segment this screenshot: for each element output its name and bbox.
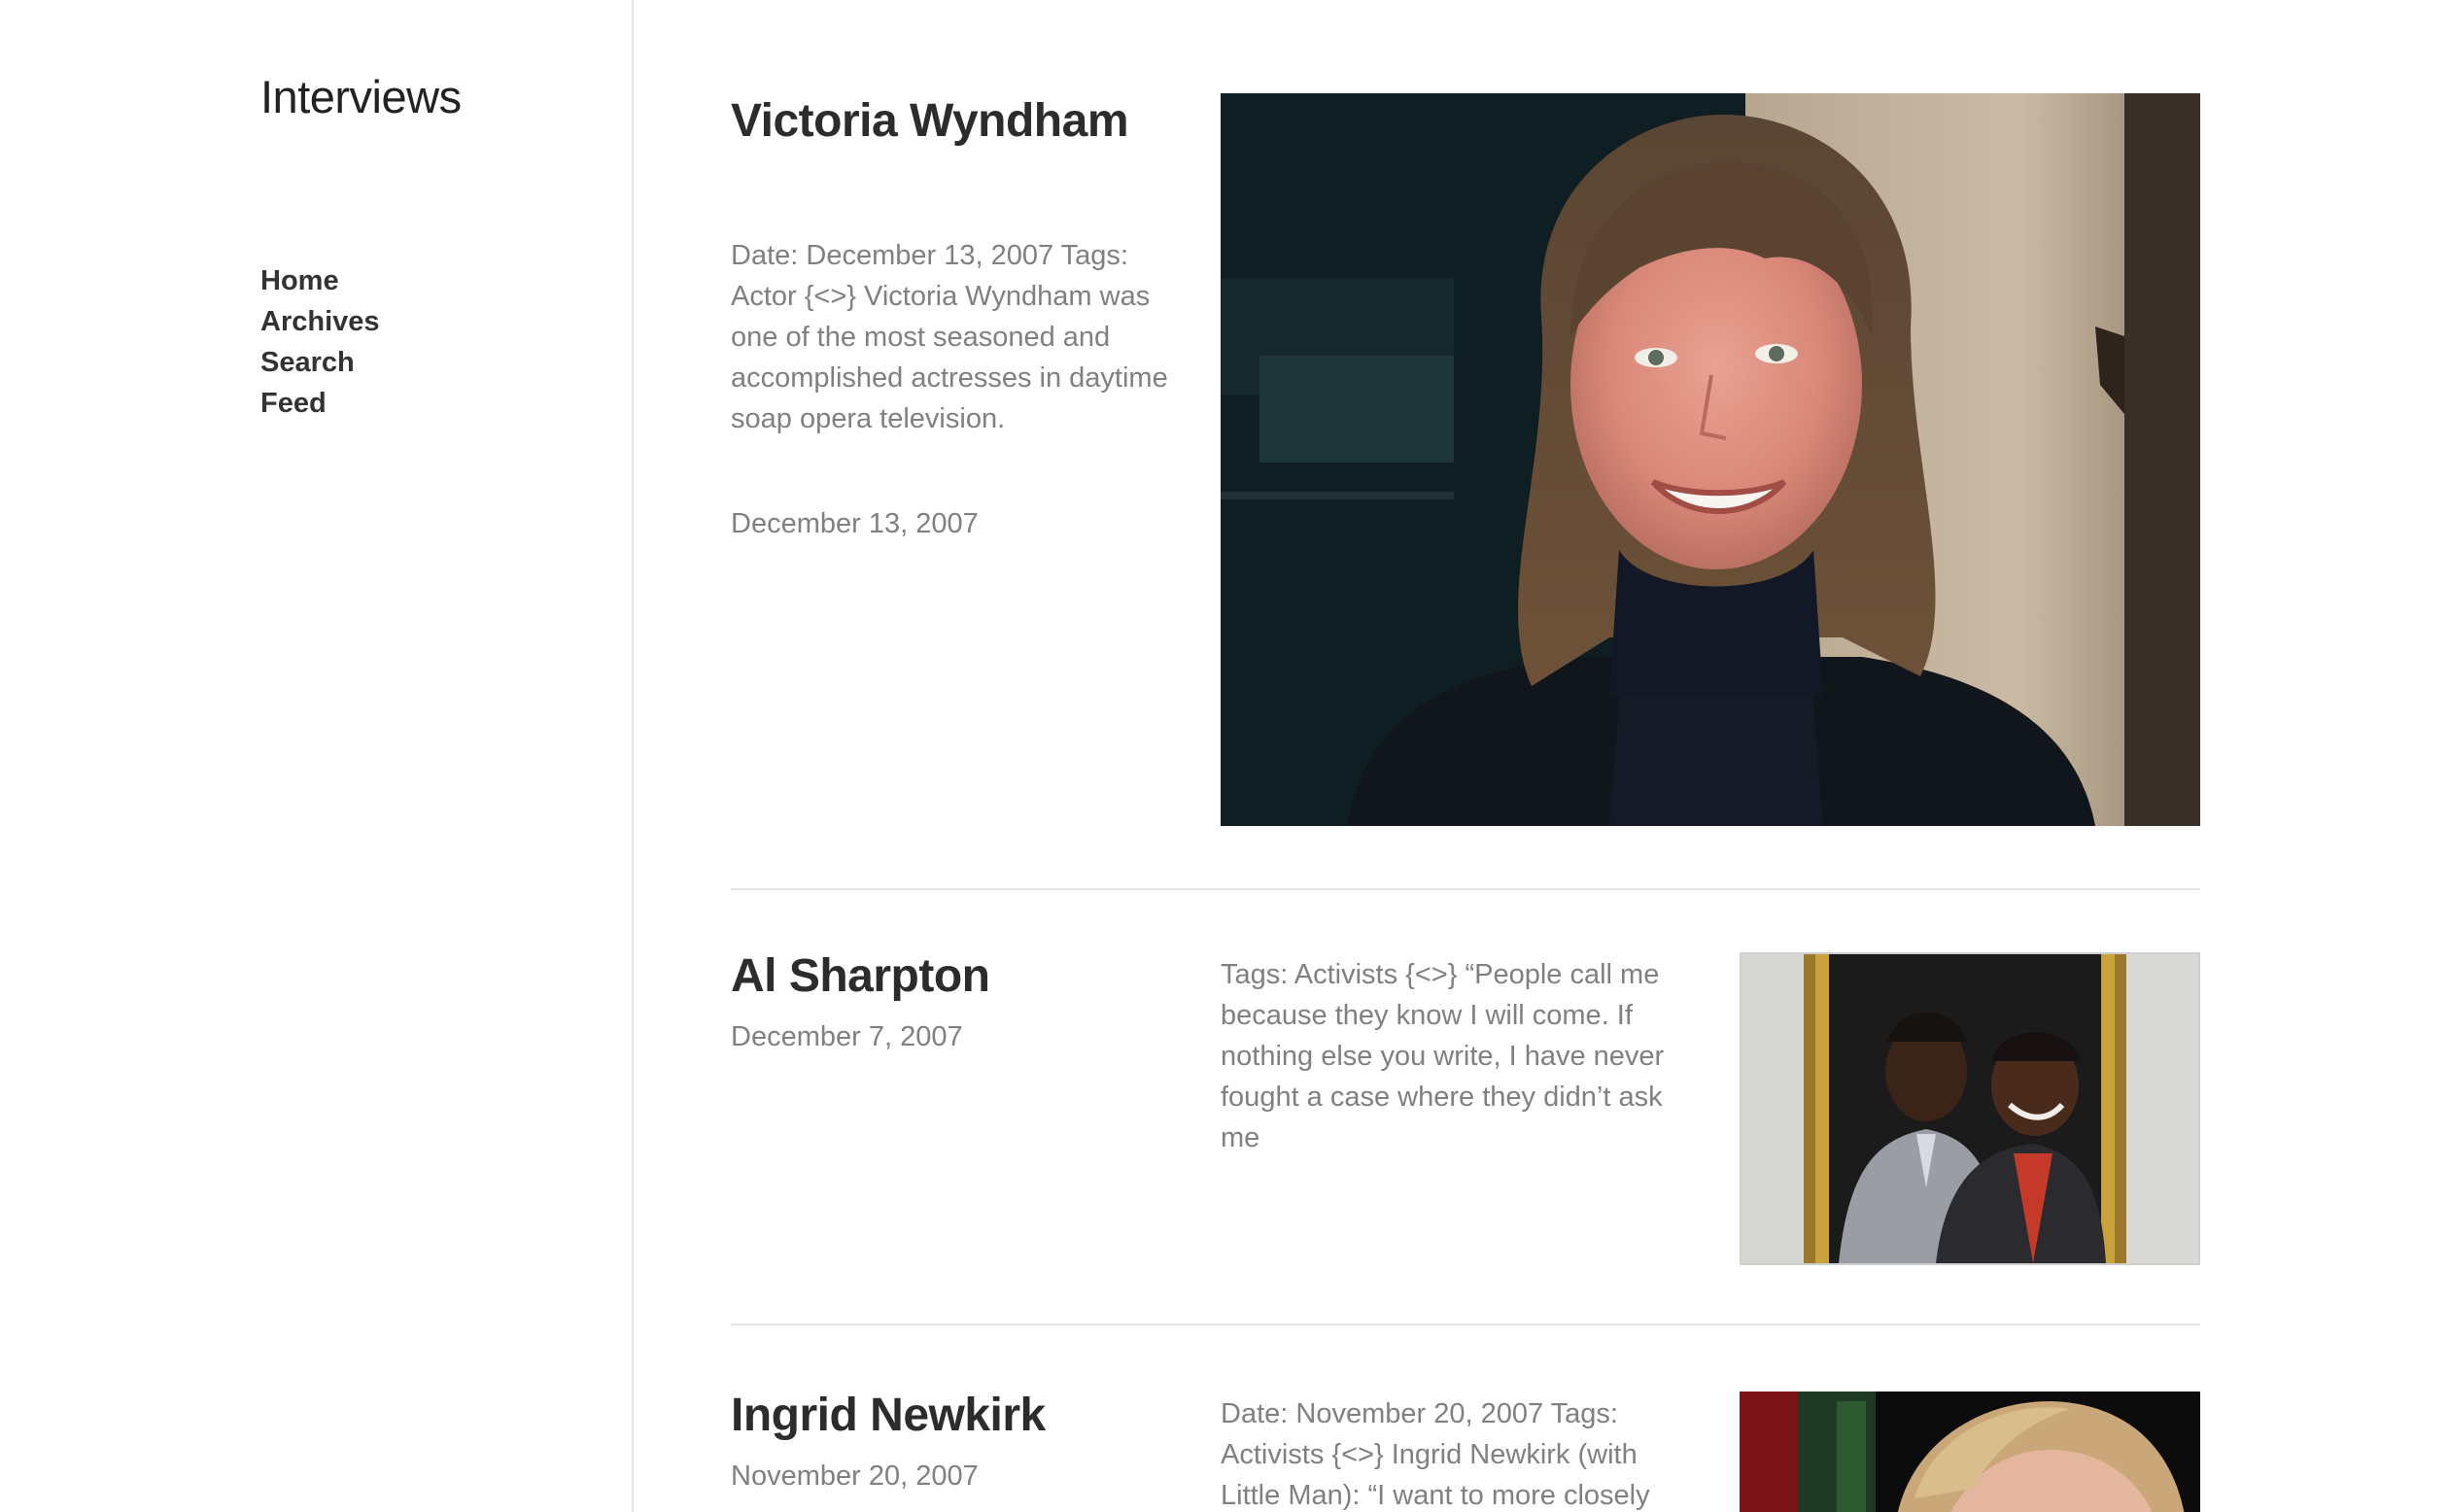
portrait-woman-image: [1221, 93, 2200, 826]
post-title: Ingrid Newkirk: [731, 1388, 1217, 1443]
post-divider: [731, 1323, 2200, 1325]
post-thumbnail[interactable]: [1740, 952, 2200, 1265]
post-excerpt: Date: December 13, 2007 Tags: Actor {<>}…: [731, 240, 1168, 434]
post-title-link[interactable]: Ingrid Newkirk: [731, 1390, 1046, 1441]
page: Interviews Home Archives Search Feed Vic…: [0, 0, 2449, 1512]
nav-item-feed: Feed: [260, 383, 380, 424]
post-title-link[interactable]: Victoria Wyndham: [731, 95, 1129, 147]
nav-link-search[interactable]: Search: [260, 347, 355, 378]
post-thumbnail[interactable]: [1740, 1392, 2200, 1512]
nav-item-archives: Archives: [260, 301, 380, 342]
nav-link-feed[interactable]: Feed: [260, 388, 327, 419]
post-date: December 13, 2007: [731, 508, 979, 539]
post-title: Al Sharpton: [731, 948, 1188, 1004]
post-title: Victoria Wyndham: [731, 93, 1188, 149]
sidebar: Interviews Home Archives Search Feed: [0, 0, 634, 1512]
post-thumbnail[interactable]: [1221, 93, 2200, 826]
nav-item-search: Search: [260, 342, 380, 383]
nav-link-home[interactable]: Home: [260, 265, 339, 296]
main-nav: Home Archives Search Feed: [260, 260, 380, 424]
post-date: November 20, 2007: [731, 1460, 979, 1492]
nav-item-home: Home: [260, 260, 380, 301]
post-date: December 7, 2007: [731, 1021, 963, 1052]
nav-link-archives[interactable]: Archives: [260, 306, 380, 337]
framed-photo-image: [1742, 954, 2198, 1263]
post-divider: [731, 888, 2200, 890]
post-excerpt: Date: November 20, 2007 Tags: Activists …: [1221, 1398, 1650, 1511]
post-excerpt: Tags: Activists {<>} “People call me bec…: [1221, 959, 1665, 1153]
woman-blond-image: [1740, 1392, 2200, 1512]
post-title-link[interactable]: Al Sharpton: [731, 950, 990, 1002]
site-title[interactable]: Interviews: [260, 70, 462, 123]
